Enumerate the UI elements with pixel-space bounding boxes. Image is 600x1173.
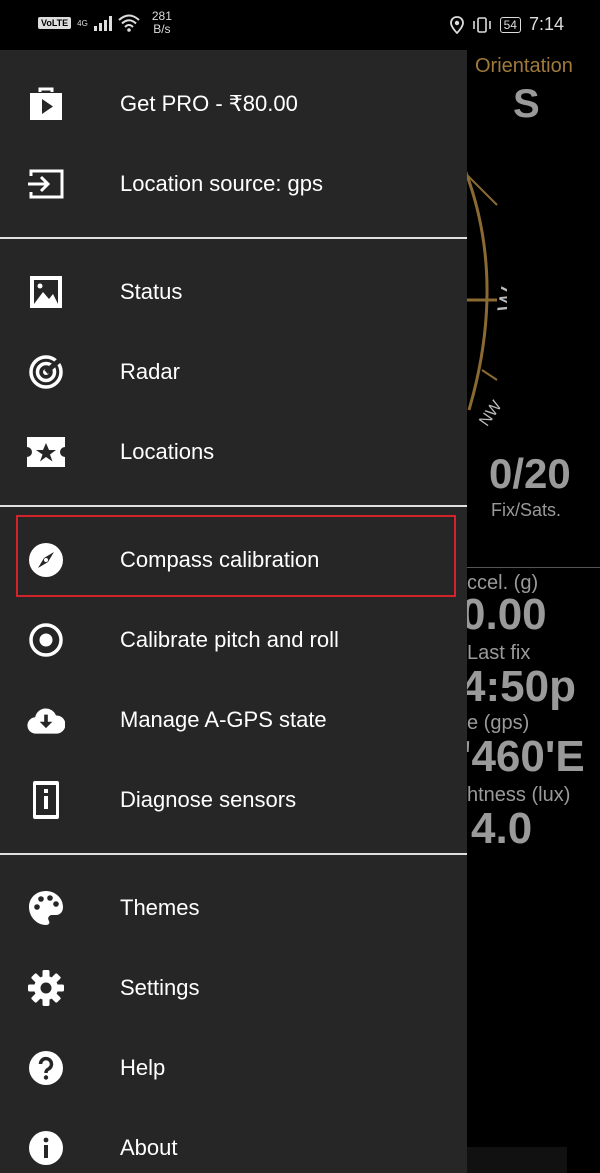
volte-badge: VoLTE [38, 17, 72, 29]
menu-label-status: Status [120, 279, 183, 304]
menu-label-calibrate-pitch-roll: Calibrate pitch and roll [120, 627, 339, 652]
orientation-label: Orientation [475, 55, 573, 77]
menu-label-settings: Settings [120, 975, 200, 1000]
menu-label-about: About [120, 1135, 178, 1160]
orientation-value: S [513, 82, 540, 126]
menu-item-about[interactable]: About [0, 1108, 467, 1173]
speed-value: 281 [151, 9, 172, 23]
status-bar: VoLTE 4G 281 B/s 54 7:14 [0, 0, 600, 50]
input-icon [27, 166, 65, 202]
radar-icon [27, 354, 65, 390]
background-app: Orientation S W NW 0/20 Fix/Sats. ccel. … [467, 50, 600, 1173]
menu-label-themes: Themes [120, 895, 200, 920]
menu-item-status[interactable]: Status [0, 252, 467, 332]
compass-w-label: W [491, 285, 507, 315]
battery-indicator: 54 [499, 16, 521, 33]
device-info-icon [27, 781, 65, 819]
image-icon [27, 274, 65, 310]
wifi-icon [118, 14, 140, 32]
clock: 7:14 [528, 14, 564, 34]
target-icon [27, 622, 65, 658]
highlight-box [16, 515, 456, 597]
network-speed: 281 B/s [152, 10, 172, 36]
location-icon [449, 15, 464, 34]
menu-item-location-source[interactable]: Location source: gps [0, 144, 467, 224]
menu-label-manage-agps: Manage A-GPS state [120, 707, 327, 732]
menu-label-locations: Locations [120, 439, 215, 464]
gps-value: '460'E [467, 732, 585, 781]
menu-item-manage-agps[interactable]: Manage A-GPS state [0, 680, 467, 760]
play-store-bag-icon [27, 86, 65, 122]
help-icon [27, 1050, 65, 1086]
status-right: 54 7:14 [449, 14, 564, 35]
accel-value: 0.00 [467, 590, 547, 639]
menu-item-calibrate-pitch-roll[interactable]: Calibrate pitch and roll [0, 600, 467, 680]
network-type: 4G [77, 18, 88, 28]
menu-item-radar[interactable]: Radar [0, 332, 467, 412]
gear-icon [27, 970, 65, 1006]
menu-item-locations[interactable]: Locations [0, 412, 467, 492]
menu-item-diagnose-sensors[interactable]: Diagnose sensors [0, 760, 467, 840]
fix-value: 0/20 [489, 450, 571, 497]
speed-unit: B/s [153, 22, 171, 36]
menu-label-radar: Radar [120, 359, 180, 384]
menu-label-location-source: Location source: gps [120, 171, 324, 196]
menu-label-get-pro: Get PRO - ₹80.00 [120, 91, 298, 116]
drawer-divider [0, 853, 467, 855]
ruler [467, 560, 600, 568]
menu-item-get-pro[interactable]: Get PRO - ₹80.00 [0, 64, 467, 144]
compass-dial: W NW [467, 171, 507, 430]
cloud-download-icon [27, 702, 65, 738]
menu-label-help: Help [120, 1055, 166, 1080]
info-icon [27, 1130, 65, 1166]
drawer-divider [0, 505, 467, 507]
status-left: VoLTE 4G 281 B/s [38, 10, 172, 36]
palette-icon [27, 890, 65, 926]
compass-nw-label: NW [476, 397, 506, 429]
fix-label: Fix/Sats. [491, 500, 562, 520]
menu-item-themes[interactable]: Themes [0, 868, 467, 948]
vibrate-icon [472, 16, 491, 33]
menu-item-help[interactable]: Help [0, 1028, 467, 1108]
signal-icon [93, 15, 112, 31]
lux-value: 4.0 [471, 804, 533, 853]
menu-item-settings[interactable]: Settings [0, 948, 467, 1028]
thumbnail [467, 1147, 567, 1173]
drawer-divider [0, 237, 467, 239]
menu-label-diagnose-sensors: Diagnose sensors [120, 787, 297, 812]
last-fix-value: 4:50p [467, 662, 576, 711]
navigation-drawer: Get PRO - ₹80.00 Location source: gps St… [0, 50, 467, 1173]
star-ticket-icon [27, 434, 65, 470]
